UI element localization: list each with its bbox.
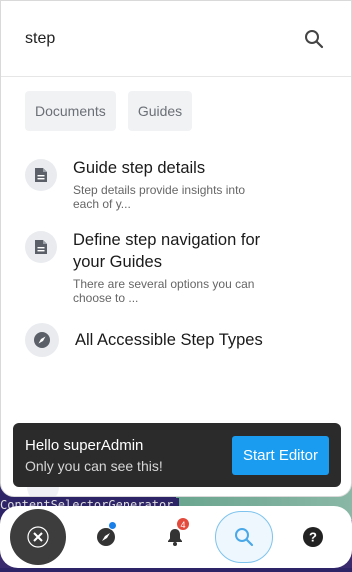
toast-subtitle: Only you can see this! — [25, 457, 163, 474]
svg-text:?: ? — [309, 530, 317, 545]
result-description: There are several options you can choose… — [73, 277, 255, 305]
background-app-strip — [0, 568, 352, 572]
bottom-nav: 4 ? — [0, 506, 352, 568]
toast-title: Hello superAdmin — [25, 436, 144, 454]
compass-icon[interactable] — [77, 511, 135, 563]
search-icon[interactable] — [301, 26, 327, 52]
start-editor-button[interactable]: Start Editor — [231, 435, 329, 475]
help-icon[interactable]: ? — [284, 511, 342, 563]
search-icon[interactable] — [215, 511, 274, 563]
result-item[interactable]: All Accessible Step Types — [25, 323, 327, 357]
welcome-toast: Hello superAdmin Only you can see this! … — [13, 423, 341, 487]
filter-chip-guides[interactable]: Guides — [127, 91, 193, 131]
result-title: Guide step details — [73, 159, 206, 177]
filter-chips: Documents Guides — [1, 77, 351, 131]
result-item[interactable]: Define step navigation for your Guides T… — [25, 229, 327, 305]
search-bar — [1, 1, 351, 77]
result-title: All Accessible Step Types — [75, 331, 263, 349]
result-description: Step details provide insights into each … — [73, 183, 246, 211]
filter-chip-documents[interactable]: Documents — [25, 91, 116, 131]
bell-icon[interactable]: 4 — [146, 511, 204, 563]
result-title: Define step navigation for your Guides — [73, 231, 261, 271]
notification-dot — [107, 521, 117, 530]
notification-badge: 4 — [175, 517, 190, 531]
search-input[interactable] — [25, 29, 301, 48]
search-results: Guide step details Step details provide … — [1, 131, 351, 357]
document-icon — [25, 231, 57, 263]
compass-icon — [25, 323, 59, 357]
close-icon[interactable] — [9, 509, 66, 565]
document-icon — [25, 159, 57, 191]
search-panel: Documents Guides Guide step details Step… — [0, 0, 352, 497]
result-item[interactable]: Guide step details Step details provide … — [25, 157, 327, 211]
